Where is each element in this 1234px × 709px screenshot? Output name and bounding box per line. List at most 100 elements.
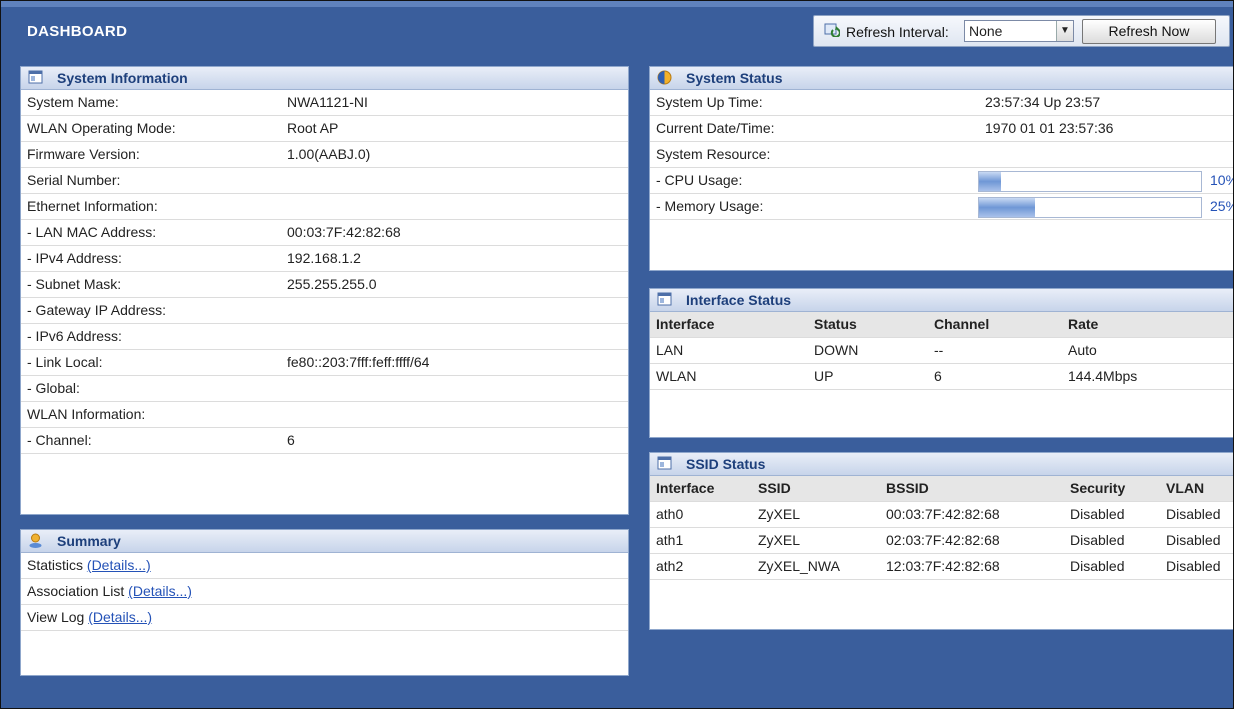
system-info-row: - Subnet Mask: 255.255.255.0 <box>21 272 628 298</box>
info-value: 255.255.255.0 <box>287 276 377 292</box>
cpu-usage-fill <box>979 172 1002 191</box>
info-value: NWA1121-NI <box>287 94 368 110</box>
summary-row: Statistics (Details...) <box>21 553 628 579</box>
column-header: Security <box>1070 480 1126 496</box>
datetime-label: Current Date/Time: <box>656 120 775 136</box>
table-cell: ZyXEL_NWA <box>758 558 840 574</box>
refresh-toolbar: Refresh Interval: None ▼ Refresh Now <box>813 15 1230 47</box>
window-icon <box>657 456 672 470</box>
details-link[interactable]: (Details...) <box>87 557 151 573</box>
system-info-row: Ethernet Information: <box>21 194 628 220</box>
ssid-table: Interface SSID BSSID Security VLAN ath0 ZyXEL 0… <box>650 476 1233 580</box>
table-cell: Disabled <box>1166 558 1221 574</box>
uptime-row: System Up Time: 23:57:34 Up 23:57 <box>650 90 1233 116</box>
summary-list: Statistics (Details...) Association List … <box>21 553 628 631</box>
info-label: - Global: <box>27 380 80 396</box>
table-row: WLAN UP 6 144.4Mbps <box>650 364 1233 390</box>
column-header: VLAN <box>1166 480 1205 496</box>
info-value: 00:03:7F:42:82:68 <box>287 224 401 240</box>
cpu-row: - CPU Usage: 10% <box>650 168 1233 194</box>
table-cell: 12:03:7F:42:82:68 <box>886 558 1000 574</box>
refresh-interval-value: None <box>969 23 1003 39</box>
datetime-value: 1970 01 01 23:57:36 <box>985 120 1114 136</box>
memory-row: - Memory Usage: 25% <box>650 194 1233 220</box>
info-label: System Name: <box>27 94 119 110</box>
details-link[interactable]: (Details...) <box>88 609 152 625</box>
summary-label: View Log <box>27 609 85 625</box>
summary-item: Statistics (Details...) <box>27 553 151 578</box>
table-row: ath2 ZyXEL_NWA 12:03:7F:42:82:68 Disabled Di… <box>650 554 1233 580</box>
system-info-row: - Link Local: fe80::203:7fff:feff:ffff/64 <box>21 350 628 376</box>
column-header: Interface <box>656 316 715 332</box>
refresh-now-button[interactable]: Refresh Now <box>1082 19 1216 44</box>
info-label: WLAN Operating Mode: <box>27 120 176 136</box>
summary-item: View Log (Details...) <box>27 605 152 630</box>
summary-item: Association List (Details...) <box>27 579 192 604</box>
system-info-row: WLAN Information: <box>21 402 628 428</box>
info-label: - Channel: <box>27 432 92 448</box>
info-value: Root AP <box>287 120 339 136</box>
info-label: Firmware Version: <box>27 146 140 162</box>
system-info-row: System Name: NWA1121-NI <box>21 90 628 116</box>
interface-table-header: Interface Status Channel Rate <box>650 312 1233 338</box>
panel-title: System Information <box>57 70 188 86</box>
panel-title: SSID Status <box>686 456 766 472</box>
system-info-row: Serial Number: <box>21 168 628 194</box>
info-value: 192.168.1.2 <box>287 250 361 266</box>
summary-row: View Log (Details...) <box>21 605 628 631</box>
interface-status-panel: Interface Status Interface Status Channel R… <box>649 288 1233 438</box>
info-label: - LAN MAC Address: <box>27 224 157 240</box>
resource-row: System Resource: <box>650 142 1233 168</box>
summary-panel: Summary Statistics (Details...) Associati… <box>20 529 629 676</box>
table-cell: 02:03:7F:42:82:68 <box>886 532 1000 548</box>
table-cell: 144.4Mbps <box>1068 368 1138 384</box>
info-value: 1.00(AABJ.0) <box>287 146 371 162</box>
panel-title: System Status <box>686 70 783 86</box>
memory-label: - Memory Usage: <box>656 198 764 214</box>
system-info-row: - IPv4 Address: 192.168.1.2 <box>21 246 628 272</box>
table-cell: UP <box>814 368 834 384</box>
panel-title: Summary <box>57 533 121 549</box>
table-cell: Disabled <box>1070 558 1125 574</box>
table-cell: ZyXEL <box>758 532 801 548</box>
chevron-down-icon[interactable]: ▼ <box>1056 21 1073 41</box>
panel-header: System Information <box>21 67 628 90</box>
info-label: - Gateway IP Address: <box>27 302 167 318</box>
user-icon <box>29 533 42 548</box>
column-header: Status <box>814 316 857 332</box>
cpu-label: - CPU Usage: <box>656 172 743 188</box>
cpu-usage-value: 10% <box>1210 172 1233 188</box>
top-strip <box>1 1 1233 7</box>
system-information-panel: System Information System Name: NWA1121-N… <box>20 66 629 515</box>
panel-header: Interface Status <box>650 289 1233 312</box>
table-cell: -- <box>934 342 944 358</box>
resource-label: System Resource: <box>656 146 771 162</box>
info-label: - Subnet Mask: <box>27 276 122 292</box>
panel-header: System Status <box>650 67 1233 90</box>
ssid-table-header: Interface SSID BSSID Security VLAN <box>650 476 1233 502</box>
memory-usage-value: 25% <box>1210 198 1233 214</box>
window-icon <box>28 70 43 84</box>
info-label: Ethernet Information: <box>27 198 158 214</box>
table-cell: Disabled <box>1070 506 1125 522</box>
info-label: - Link Local: <box>27 354 103 370</box>
column-header: SSID <box>758 480 791 496</box>
ssid-status-panel: SSID Status Interface SSID BSSID Security VL… <box>649 452 1233 630</box>
table-cell: WLAN <box>656 368 697 384</box>
table-row: ath0 ZyXEL 00:03:7F:42:82:68 Disabled Disabl… <box>650 502 1233 528</box>
system-info-row: Firmware Version: 1.00(AABJ.0) <box>21 142 628 168</box>
system-status-panel: System Status System Up Time: 23:57:34 U… <box>649 66 1233 271</box>
details-link[interactable]: (Details...) <box>128 583 192 599</box>
column-header: BSSID <box>886 480 929 496</box>
table-cell: ath2 <box>656 558 684 574</box>
system-info-list: System Name: NWA1121-NI WLAN Operating Mod… <box>21 90 628 454</box>
system-info-row: - Global: <box>21 376 628 402</box>
table-cell: 00:03:7F:42:82:68 <box>886 506 1000 522</box>
status-globe-icon <box>657 70 672 85</box>
window-icon <box>657 292 672 306</box>
refresh-interval-select[interactable]: None ▼ <box>964 20 1074 42</box>
table-cell: DOWN <box>814 342 859 358</box>
interface-table: Interface Status Channel Rate LAN DOWN -- Auto W… <box>650 312 1233 390</box>
system-info-row: - Channel: 6 <box>21 428 628 454</box>
column-header: Rate <box>1068 316 1099 332</box>
